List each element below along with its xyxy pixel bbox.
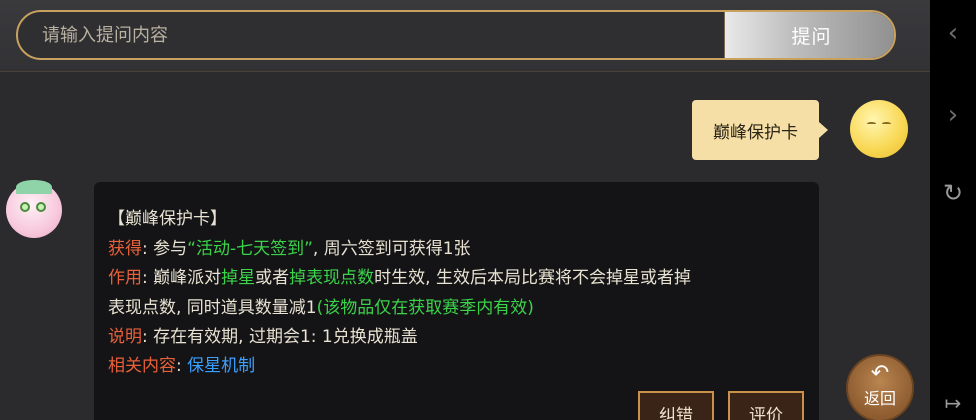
ask-button[interactable]: 提问 — [724, 12, 894, 58]
related-link[interactable]: 保星机制 — [187, 356, 255, 376]
avatar-eye — [36, 202, 46, 212]
related-label: 相关内容 — [108, 356, 176, 376]
effect-keyword-2: 掉表现点数 — [289, 268, 375, 288]
effect-keyword-1: 掉星 — [221, 268, 256, 288]
chevron-left-icon[interactable]: ‹ — [930, 10, 976, 56]
user-message-bubble: 巅峰保护卡 — [692, 100, 828, 160]
avatar-hair — [16, 180, 52, 194]
exit-icon[interactable]: ↦ — [930, 380, 976, 420]
user-avatar — [850, 100, 908, 158]
avatar-eye — [882, 122, 891, 125]
avatar-eye — [20, 202, 30, 212]
refresh-icon[interactable]: ↻ — [930, 170, 976, 216]
back-arrow-icon: ↶ — [870, 361, 890, 386]
desc-text: : 存在有效期, 过期会1: 1兑换成瓶盖 — [142, 327, 418, 347]
answer-effect-line: 作用: 巅峰派对掉星或者掉表现点数时生效, 生效后本局比赛将不会掉星或者掉 — [108, 263, 691, 288]
answer-obtain-line: 获得: 参与“活动-七天签到”, 周六签到可获得1张 — [108, 234, 471, 259]
effect-label: 作用 — [108, 268, 142, 288]
search-input[interactable] — [18, 12, 724, 58]
answer-title: 【巅峰保护卡】 — [108, 209, 227, 229]
user-message-text: 巅峰保护卡 — [713, 122, 798, 143]
obtain-pre: : 参与 — [142, 239, 188, 259]
search-bar: 提问 — [16, 10, 896, 60]
bot-avatar — [6, 180, 62, 238]
related-sep: : — [176, 356, 188, 376]
back-button-label: 返回 — [863, 389, 896, 408]
rate-button[interactable]: 评价 — [728, 391, 804, 420]
effect-mid: 或者 — [255, 268, 290, 288]
answer-effect-line-2: 表现点数, 同时道具数量减1(该物品仅在获取赛季内有效) — [108, 293, 534, 318]
desc-label: 说明 — [108, 327, 142, 347]
top-bar: 提问 — [0, 0, 930, 72]
correct-button[interactable]: 纠错 — [638, 391, 714, 420]
effect-post: 时生效, 生效后本局比赛将不会掉星或者掉 — [374, 268, 691, 288]
answer-related-line: 相关内容: 保星机制 — [108, 351, 255, 376]
obtain-activity: “活动-七天签到” — [187, 239, 313, 259]
bot-answer-card: 【巅峰保护卡】 获得: 参与“活动-七天签到”, 周六签到可获得1张 作用: 巅… — [94, 182, 819, 420]
effect-line2-note: (该物品仅在获取赛季内有效) — [316, 298, 534, 318]
chevron-right-icon[interactable]: › — [930, 92, 976, 138]
effect-line2-pre: 表现点数, 同时道具数量减1 — [108, 298, 317, 318]
back-button[interactable]: ↶ 返回 — [846, 354, 914, 420]
obtain-label: 获得 — [108, 239, 142, 259]
obtain-post: , 周六签到可获得1张 — [312, 239, 471, 259]
avatar-eye — [867, 122, 876, 125]
effect-pre: : 巅峰派对 — [142, 268, 222, 288]
answer-desc-line: 说明: 存在有效期, 过期会1: 1兑换成瓶盖 — [108, 322, 418, 347]
side-toolbar: ‹ › ↻ ↦ — [930, 0, 976, 420]
